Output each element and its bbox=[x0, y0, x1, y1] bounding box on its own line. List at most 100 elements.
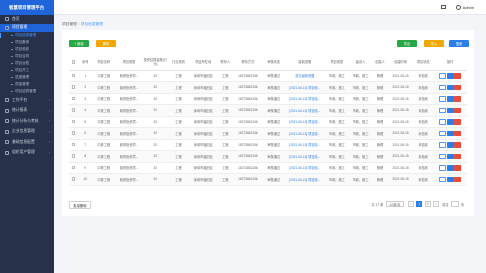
row-checkbox[interactable] bbox=[71, 108, 76, 112]
chevron-icon: › bbox=[48, 108, 50, 113]
export-button[interactable]: 导出 bbox=[397, 40, 417, 47]
page-size-select[interactable]: 10条/页 bbox=[386, 201, 404, 207]
table-row[interactable]: 6 中铁工程 政府投资项... 20 工程 深圳市福田区 工程 18273862156 审核通过… bbox=[69, 127, 467, 140]
delete-icon[interactable] bbox=[454, 73, 462, 79]
edit-icon[interactable] bbox=[446, 96, 454, 102]
sidebar-item[interactable]: 项目备案 bbox=[0, 39, 54, 46]
sidebar-item[interactable]: 企业信息管理 › bbox=[0, 127, 54, 138]
edit-icon[interactable] bbox=[446, 73, 454, 79]
edit-icon[interactable] bbox=[446, 153, 454, 159]
view-icon[interactable] bbox=[438, 130, 446, 136]
sidebar-item[interactable]: 项目结算管理 bbox=[0, 88, 54, 95]
sidebar-item[interactable]: 统计分析与考核 › bbox=[0, 116, 54, 127]
prev-page-icon[interactable]: ‹ bbox=[407, 201, 414, 207]
row-checkbox[interactable] bbox=[71, 96, 76, 100]
sidebar-item[interactable]: 基础信息配置 › bbox=[0, 137, 54, 148]
fullscreen-icon[interactable] bbox=[441, 4, 446, 10]
row-checkbox[interactable] bbox=[71, 142, 76, 146]
table-cell[interactable]: [2021-06-15] 项目验... bbox=[284, 116, 325, 128]
view-icon[interactable] bbox=[438, 73, 446, 79]
delete-icon[interactable] bbox=[454, 84, 462, 90]
row-checkbox[interactable] bbox=[71, 119, 76, 123]
table-cell[interactable]: [2021-06-15] 项目验... bbox=[284, 81, 325, 94]
view-icon[interactable] bbox=[438, 119, 446, 125]
view-icon[interactable] bbox=[438, 153, 446, 159]
edit-icon[interactable] bbox=[446, 107, 454, 113]
edit-icon[interactable] bbox=[446, 165, 454, 171]
edit-icon[interactable] bbox=[446, 176, 454, 182]
edit-icon[interactable] bbox=[446, 84, 454, 90]
delete-icon[interactable] bbox=[454, 107, 462, 113]
user-name[interactable]: Admin bbox=[463, 5, 474, 10]
add-button[interactable]: + 新增 bbox=[69, 40, 89, 47]
sidebar-item[interactable]: 组织用户管理 › bbox=[0, 148, 54, 159]
table-cell[interactable]: [2021-06-15] 项目验... bbox=[284, 93, 325, 105]
sidebar-item[interactable]: 项目验收 bbox=[0, 46, 54, 53]
view-icon[interactable] bbox=[438, 107, 446, 113]
table-cell[interactable]: 暂无最新进展 bbox=[284, 70, 325, 82]
next-page-icon[interactable]: › bbox=[432, 201, 439, 207]
view-icon[interactable] bbox=[438, 142, 446, 148]
row-checkbox[interactable] bbox=[71, 165, 76, 169]
table-row[interactable]: 1 中铁工程 政府投资项... 20 工程 深圳市福田区 工程 18273862156 审核通过… bbox=[69, 70, 467, 82]
table-cell[interactable]: [2021-06-15] 项目验... bbox=[284, 104, 325, 117]
table-cell[interactable]: [2021-06-15] 项目验... bbox=[284, 139, 325, 151]
edit-icon[interactable] bbox=[446, 130, 454, 136]
sidebar-item[interactable]: 进度管理 bbox=[0, 74, 54, 81]
table-row[interactable]: 5 中铁工程 政府投资项... 20 工程 深圳市福田区 工程 18273862156 审核通过… bbox=[69, 116, 467, 128]
table-cell[interactable]: [2021-06-15] 项目验... bbox=[284, 173, 325, 186]
sidebar-item[interactable]: 项目管理 › bbox=[0, 23, 54, 32]
row-checkbox[interactable] bbox=[71, 177, 76, 181]
view-icon[interactable] bbox=[438, 165, 446, 171]
table-row[interactable]: 2 中铁工程 政府投资项... 20 工程 深圳市福田区 工程 18273862156 审核通过… bbox=[69, 81, 467, 94]
row-checkbox[interactable] bbox=[71, 131, 76, 135]
table-cell: 管理 bbox=[372, 70, 388, 82]
row-checkbox[interactable] bbox=[71, 154, 76, 158]
view-icon[interactable] bbox=[438, 96, 446, 102]
delete-icon[interactable] bbox=[454, 96, 462, 102]
sidebar-item[interactable]: 项目开工 bbox=[0, 67, 54, 74]
sidebar-item[interactable]: 项目信息管理 bbox=[0, 32, 54, 39]
search-button[interactable]: 搜索 bbox=[449, 40, 469, 47]
avatar-icon[interactable] bbox=[455, 4, 461, 10]
table-row[interactable]: 3 中铁工程 政府投资项... 20 工程 深圳市福田区 工程 18273862156 审核通过… bbox=[69, 93, 467, 105]
table-cell: 2021-06-15 bbox=[387, 150, 414, 163]
view-icon[interactable] bbox=[438, 84, 446, 90]
sidebar-item[interactable]: 项目台账 bbox=[0, 60, 54, 67]
delete-icon[interactable] bbox=[454, 142, 462, 148]
table-row[interactable]: 4 中铁工程 政府投资项... 20 工程 深圳市福田区 工程 18273862156 审核通过… bbox=[69, 104, 467, 117]
row-checkbox[interactable] bbox=[71, 85, 76, 89]
table-cell[interactable]: [2021-06-15] 项目验... bbox=[284, 127, 325, 140]
table-row[interactable]: 10 中铁工程 政府投资项... 20 工程 深圳市福田区 工程 18273862156 审核通… bbox=[69, 173, 467, 186]
delete-button[interactable]: 删除 bbox=[96, 40, 116, 47]
page-number[interactable]: 2 bbox=[424, 201, 431, 207]
select-all-checkbox[interactable] bbox=[71, 60, 76, 64]
table-row[interactable]: 8 中铁工程 政府投资项... 20 工程 深圳市福田区 工程 18273862156 审核通过… bbox=[69, 150, 467, 163]
page-number[interactable]: 1 bbox=[416, 201, 423, 207]
batch-delete-button[interactable]: 批量删除 bbox=[69, 201, 91, 209]
breadcrumb-root[interactable]: 项目管理 bbox=[62, 22, 77, 26]
sidebar-item-label: 项目开工 bbox=[15, 68, 30, 72]
chevron-icon: › bbox=[48, 119, 50, 124]
delete-icon[interactable] bbox=[454, 176, 462, 182]
table-cell[interactable]: [2021-06-15] 项目验... bbox=[284, 162, 325, 174]
row-checkbox[interactable] bbox=[71, 73, 76, 77]
table-cell[interactable]: [2021-06-15] 项目验... bbox=[284, 150, 325, 163]
sidebar-item[interactable]: 统计报表 › bbox=[0, 106, 54, 117]
delete-icon[interactable] bbox=[454, 165, 462, 171]
delete-icon[interactable] bbox=[454, 130, 462, 136]
table-row[interactable]: 7 中铁工程 政府投资项... 20 工程 深圳市福田区 工程 18273862156 审核通过… bbox=[69, 139, 467, 151]
sidebar-item[interactable]: 首页 bbox=[0, 15, 54, 24]
delete-icon[interactable] bbox=[454, 119, 462, 125]
menu-icon bbox=[5, 17, 9, 22]
import-button[interactable]: 导入 bbox=[424, 40, 444, 47]
edit-icon[interactable] bbox=[446, 142, 454, 148]
delete-icon[interactable] bbox=[454, 153, 462, 159]
sidebar-item[interactable]: 工作平台 › bbox=[0, 95, 54, 106]
goto-page-input[interactable] bbox=[450, 201, 459, 207]
view-icon[interactable] bbox=[438, 176, 446, 182]
edit-icon[interactable] bbox=[446, 119, 454, 125]
table-row[interactable]: 9 中铁工程 政府投资项... 20 工程 深圳市福田区 工程 18273862156 审核通过… bbox=[69, 162, 467, 174]
sidebar-item[interactable]: 质量管理 bbox=[0, 81, 54, 88]
sidebar-item[interactable]: 项目合同 bbox=[0, 53, 54, 60]
